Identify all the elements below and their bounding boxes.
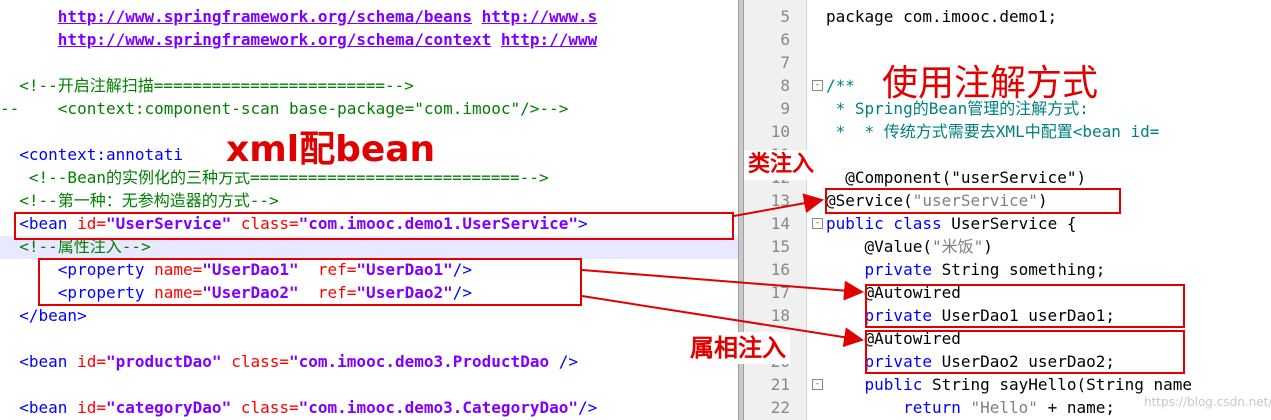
code-token: "productDao": [105, 352, 222, 371]
code-token: ): [983, 237, 993, 256]
code-token: http://www.springframework.org/schema/co…: [57, 30, 492, 49]
code-token: String sayHello(String name: [931, 375, 1193, 394]
java-code-line: @Component("userService"): [826, 166, 1086, 189]
line-number: 7: [780, 53, 790, 72]
annotation-way-label: 使用注解方式: [882, 63, 1099, 104]
java-code-line: private String something;: [826, 258, 1106, 281]
code-token: class=: [221, 352, 289, 371]
fold-toggle-icon[interactable]: -: [812, 80, 823, 91]
code-token: "米饭": [931, 237, 984, 256]
code-token: public class: [826, 214, 952, 233]
java-code-line: public String sayHello(String name: [826, 373, 1193, 396]
line-number: 10: [770, 122, 790, 141]
line-number: 16: [770, 260, 790, 279]
code-token: <!--第一种：无参构造器的方式-->: [0, 191, 279, 210]
xml-code-line: http://www.springframework.org/schema/be…: [0, 5, 597, 28]
code-token: http://www.springframework.org/schema/be…: [57, 7, 473, 26]
code-token: "com.imooc.demo3.CategoryDao": [298, 398, 578, 417]
code-token: "Hello": [970, 398, 1038, 417]
code-token: private: [826, 260, 942, 279]
xml-code-line: </bean>: [0, 304, 87, 327]
xml-code-line: <!--第一种：无参构造器的方式-->: [0, 189, 279, 212]
code-token: http://www: [500, 30, 598, 49]
java-code-line: /**: [826, 74, 855, 97]
bean-definition-box: [14, 212, 734, 240]
code-token: id=: [77, 398, 106, 417]
property-injection-box: [38, 258, 582, 306]
service-annotation-box: [825, 188, 1121, 214]
code-token: /**: [826, 76, 855, 95]
code-token: public: [826, 375, 932, 394]
xml-code-line: <bean id="productDao" class="com.imooc.d…: [0, 350, 578, 373]
line-number: 17: [770, 283, 790, 302]
line-number: 6: [780, 30, 790, 49]
line-number: 15: [770, 237, 790, 256]
code-token: />: [578, 398, 598, 417]
xml-code-line: <!--开启注解扫描========================-->: [0, 74, 414, 97]
code-token: />: [549, 352, 578, 371]
code-token: String something;: [941, 260, 1106, 279]
line-number: 9: [780, 99, 790, 118]
code-token: package com.imooc.demo1;: [826, 7, 1058, 26]
line-number: 22: [770, 398, 790, 417]
java-code-line: public class UserService {: [826, 212, 1076, 235]
fold-toggle-icon[interactable]: -: [812, 218, 823, 229]
code-token: UserService {: [951, 214, 1077, 233]
line-number: 8: [780, 76, 790, 95]
xml-code-line: <context:annotati: [0, 143, 183, 166]
code-token: id=: [77, 352, 106, 371]
line-number: 18: [770, 306, 790, 325]
xml-editor-pane[interactable]: http://www.springframework.org/schema/be…: [0, 0, 738, 420]
watermark: https://blog.csdn.net/wangsiyuwei230612: [1144, 395, 1271, 409]
autowired-userdao2-box: [865, 330, 1185, 374]
java-code-line: package com.imooc.demo1;: [826, 5, 1057, 28]
code-token: "com.imooc.demo3.ProductDao: [289, 352, 550, 371]
code-token: <context:annotati: [0, 145, 184, 164]
fold-toggle-icon[interactable]: -: [812, 379, 823, 390]
code-token: * * 传统方式需要去XML中配置<bean id=: [826, 122, 1160, 141]
java-code-line: * * 传统方式需要去XML中配置<bean id=: [826, 120, 1160, 143]
code-token: </bean>: [0, 306, 87, 325]
code-token: <bean: [0, 398, 78, 417]
line-number: 21: [770, 375, 790, 394]
line-number: 5: [780, 7, 790, 26]
code-token: return: [826, 398, 971, 417]
code-token: <bean: [0, 352, 78, 371]
code-token: <!--开启注解扫描========================-->: [0, 76, 414, 95]
xml-code-line: <bean id="categoryDao" class="com.imooc.…: [0, 396, 597, 419]
java-code-line: @Value("米饭"): [826, 235, 993, 258]
line-number: 14: [770, 214, 790, 233]
code-token: -- <context:component-scan base-package=…: [0, 99, 569, 118]
java-code-line: return "Hello" + name;: [826, 396, 1115, 419]
property-inject-label: 属相注入: [686, 332, 790, 364]
class-inject-label: 类注入: [744, 150, 819, 180]
xml-code-line: http://www.springframework.org/schema/co…: [0, 28, 597, 51]
code-token: http://www.s: [481, 7, 598, 26]
code-token: @Component("userService"): [826, 168, 1087, 187]
code-token: + name;: [1037, 398, 1115, 417]
code-token: "categoryDao": [105, 398, 232, 417]
code-token: @Value(: [826, 237, 932, 256]
xml-code-line: -- <context:component-scan base-package=…: [0, 97, 568, 120]
line-number: 13: [770, 191, 790, 210]
code-token: class=: [231, 398, 299, 417]
autowired-userdao1-box: [865, 284, 1185, 328]
xml-bean-label: xml配bean: [222, 128, 440, 172]
